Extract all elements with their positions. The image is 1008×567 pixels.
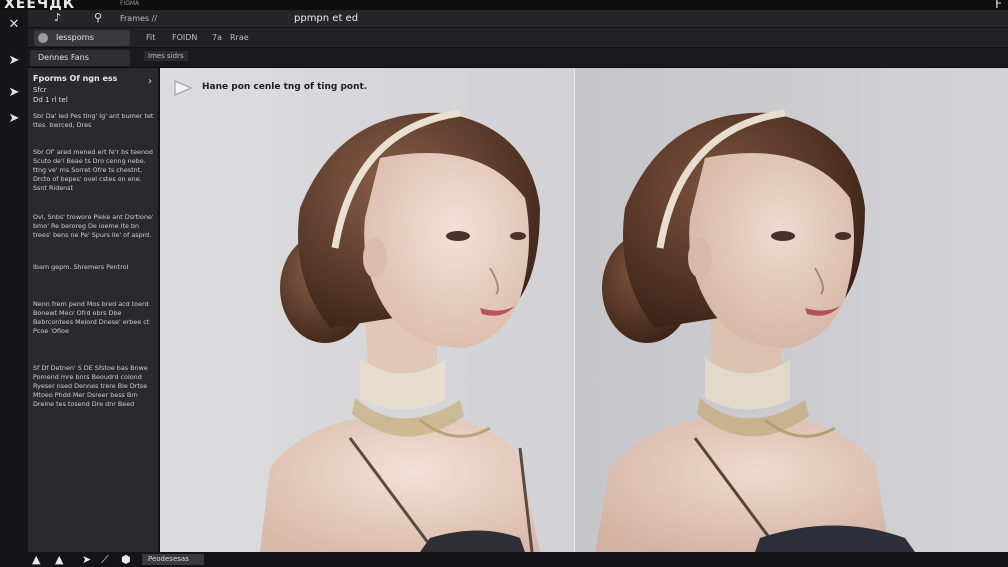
mode-button-label: Iessporns <box>56 33 94 42</box>
anchor-icon[interactable]: ♪ <box>54 11 61 24</box>
secondary-toolbar: Iessporns Fit FOIDN 7a Rrae <box>28 28 1008 48</box>
title-bar: ΧЕЕЧДК FIGMA F <box>0 0 1008 12</box>
panel-paragraph: Sbr Of' ared mened ert fe'r bs teenod Sc… <box>33 148 153 192</box>
panel-paragraph: Sf Df Detnen' S DE Sfstoe bas Bnwe Pomen… <box>33 364 148 408</box>
panel-heading: Fporms Of ngn ess <box>33 74 118 83</box>
chevron-right-icon[interactable]: › <box>148 76 152 87</box>
panel-toolbar: Dennes Fans Imes sidrs <box>28 48 1008 68</box>
frames-menu[interactable]: Frames // <box>120 14 157 23</box>
portrait-pane-right[interactable] <box>575 68 1008 552</box>
cursor-tool-icon[interactable]: ➤ <box>5 84 23 102</box>
status-chip-label: Peodesesas <box>148 555 189 563</box>
document-title: ppmpn et ed <box>294 13 359 24</box>
app-badge: FIGMA <box>120 0 140 7</box>
cross-tool-icon[interactable]: ✕ <box>5 16 23 34</box>
link-icon[interactable]: ⚲ <box>94 11 102 24</box>
portrait-image-right <box>595 109 915 552</box>
panel-sub-1: Sfcr <box>33 86 47 94</box>
mode-button[interactable]: Iessporns <box>34 30 130 46</box>
panel-sub-2: Dd 1 rl tel <box>33 96 68 104</box>
panel-tab-label: Dennes Fans <box>38 53 89 62</box>
triangle-icon[interactable]: ▲ <box>32 553 40 566</box>
properties-panel: Fporms Of ngn ess › Sfcr Dd 1 rl tel Sbr… <box>28 68 160 552</box>
panel-paragraph: Ovl, Snbs' trowore Pieke ant Dsrtlone' b… <box>33 213 154 239</box>
left-tool-rail: ✕ ➤ ➤ ➤ <box>0 10 28 567</box>
arrow-icon[interactable]: ➤ <box>82 553 91 566</box>
portrait-pane-left[interactable]: Hane pon cenle tng of ting pont. <box>160 68 575 552</box>
fold-button[interactable]: FOIDN <box>172 33 197 42</box>
pointer-tool-icon[interactable]: ➤ <box>5 110 23 128</box>
panel-paragraph: Sbr Da' led Pes ting' Ig' ant bumer tet … <box>33 112 154 129</box>
size-chip[interactable]: Imes sidrs <box>144 51 188 61</box>
prompt-text: Hane pon cenle tng of ting pont. <box>202 82 368 92</box>
panel-paragraph: Nenn frem pend Mos bred acd toerd Bonewt… <box>33 300 150 335</box>
arrow-tool-icon[interactable]: ➤ <box>5 52 23 70</box>
pointer-icon[interactable]: ⟋ <box>101 553 109 567</box>
triangle-icon[interactable]: ▲ <box>55 553 63 566</box>
rotate-button[interactable]: Rrae <box>230 33 249 42</box>
bottom-toolbar: ▲ ▲ ➤ ⟋ ⬢ Peodesesas <box>0 552 1008 567</box>
status-chip[interactable]: Peodesesas <box>142 554 204 565</box>
shield-icon[interactable]: ⬢ <box>121 553 131 566</box>
fit-button[interactable]: Fit <box>146 33 155 42</box>
portrait-image-left <box>260 109 540 552</box>
image-canvas[interactable]: Hane pon cenle tng of ting pont. <box>160 68 1008 552</box>
main-toolbar: ♪ ⚲ Frames // ppmpn et ed <box>28 10 1008 28</box>
panel-paragraph: Ibam gepm. Shremers Pentrol <box>33 263 129 271</box>
mode-dot-icon <box>38 33 48 43</box>
prompt-play-icon[interactable] <box>174 80 192 96</box>
panel-tab[interactable]: Dennes Fans <box>30 50 130 66</box>
filter-button[interactable]: 7a <box>212 33 222 42</box>
